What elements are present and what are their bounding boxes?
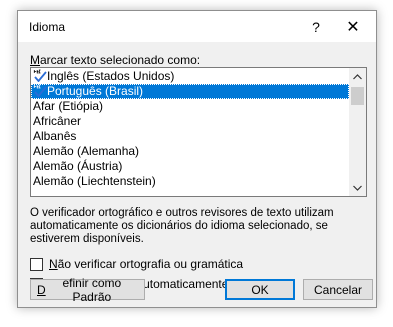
list-scrollbar[interactable]: [349, 68, 366, 196]
chevron-up-icon: [353, 73, 362, 79]
language-listbox[interactable]: Inglês (Estados Unidos) Português (Brasil…: [30, 67, 367, 197]
chevron-down-icon: [353, 185, 362, 191]
list-item-label: Alemão (Áustria): [33, 159, 123, 173]
ok-button[interactable]: OK: [225, 279, 295, 300]
list-item-label: Alemão (Alemanha): [33, 144, 140, 158]
info-text: O verificador ortográfico e outros revis…: [30, 207, 334, 245]
dialog-title: Idioma: [29, 20, 66, 34]
list-item[interactable]: Português (Brasil): [31, 84, 349, 99]
list-item-label: Inglês (Estados Unidos): [47, 69, 175, 83]
close-button[interactable]: ✕: [334, 11, 372, 42]
list-item[interactable]: Alemão (Alemanha): [31, 144, 349, 159]
scroll-up-button[interactable]: [349, 68, 366, 85]
list-item[interactable]: Alemão (Áustria): [31, 159, 349, 174]
list-item[interactable]: Afar (Etiópia): [31, 99, 349, 114]
close-icon: ✕: [346, 18, 360, 36]
list-item-label: Albanês: [33, 129, 77, 143]
list-item-label: Alemão (Liechtenstein): [33, 174, 156, 188]
list-item-label: Afar (Etiópia): [33, 99, 104, 113]
language-list-label: Marcar texto selecionado como:: [30, 53, 201, 67]
list-item-label: Português (Brasil): [47, 84, 144, 98]
spellcheck-icon: [33, 84, 47, 98]
list-item-label: Africâner: [33, 114, 82, 128]
language-list-rows: Inglês (Estados Unidos) Português (Brasil…: [31, 69, 349, 189]
list-item[interactable]: Inglês (Estados Unidos): [31, 69, 349, 84]
scroll-down-button[interactable]: [349, 179, 366, 196]
language-dialog: Idioma ? ✕ Marcar texto selecionado como…: [17, 10, 377, 308]
help-icon: ?: [312, 18, 320, 35]
title-bar: Idioma ? ✕: [18, 11, 376, 42]
spellcheck-icon: [33, 69, 47, 83]
list-item[interactable]: Albanês: [31, 129, 349, 144]
list-item[interactable]: Africâner: [31, 114, 349, 129]
no-spellcheck-label: Não verificar ortografia ou gramática: [49, 257, 244, 271]
no-spellcheck-option[interactable]: Não verificar ortografia ou gramática: [30, 257, 243, 271]
list-item[interactable]: Alemão (Liechtenstein): [31, 174, 349, 189]
cancel-button[interactable]: Cancelar: [303, 279, 373, 300]
help-button[interactable]: ?: [297, 11, 335, 42]
set-default-button[interactable]: Definir como Padrão: [30, 276, 145, 304]
no-spellcheck-checkbox[interactable]: [30, 257, 43, 271]
scroll-thumb[interactable]: [351, 87, 364, 105]
